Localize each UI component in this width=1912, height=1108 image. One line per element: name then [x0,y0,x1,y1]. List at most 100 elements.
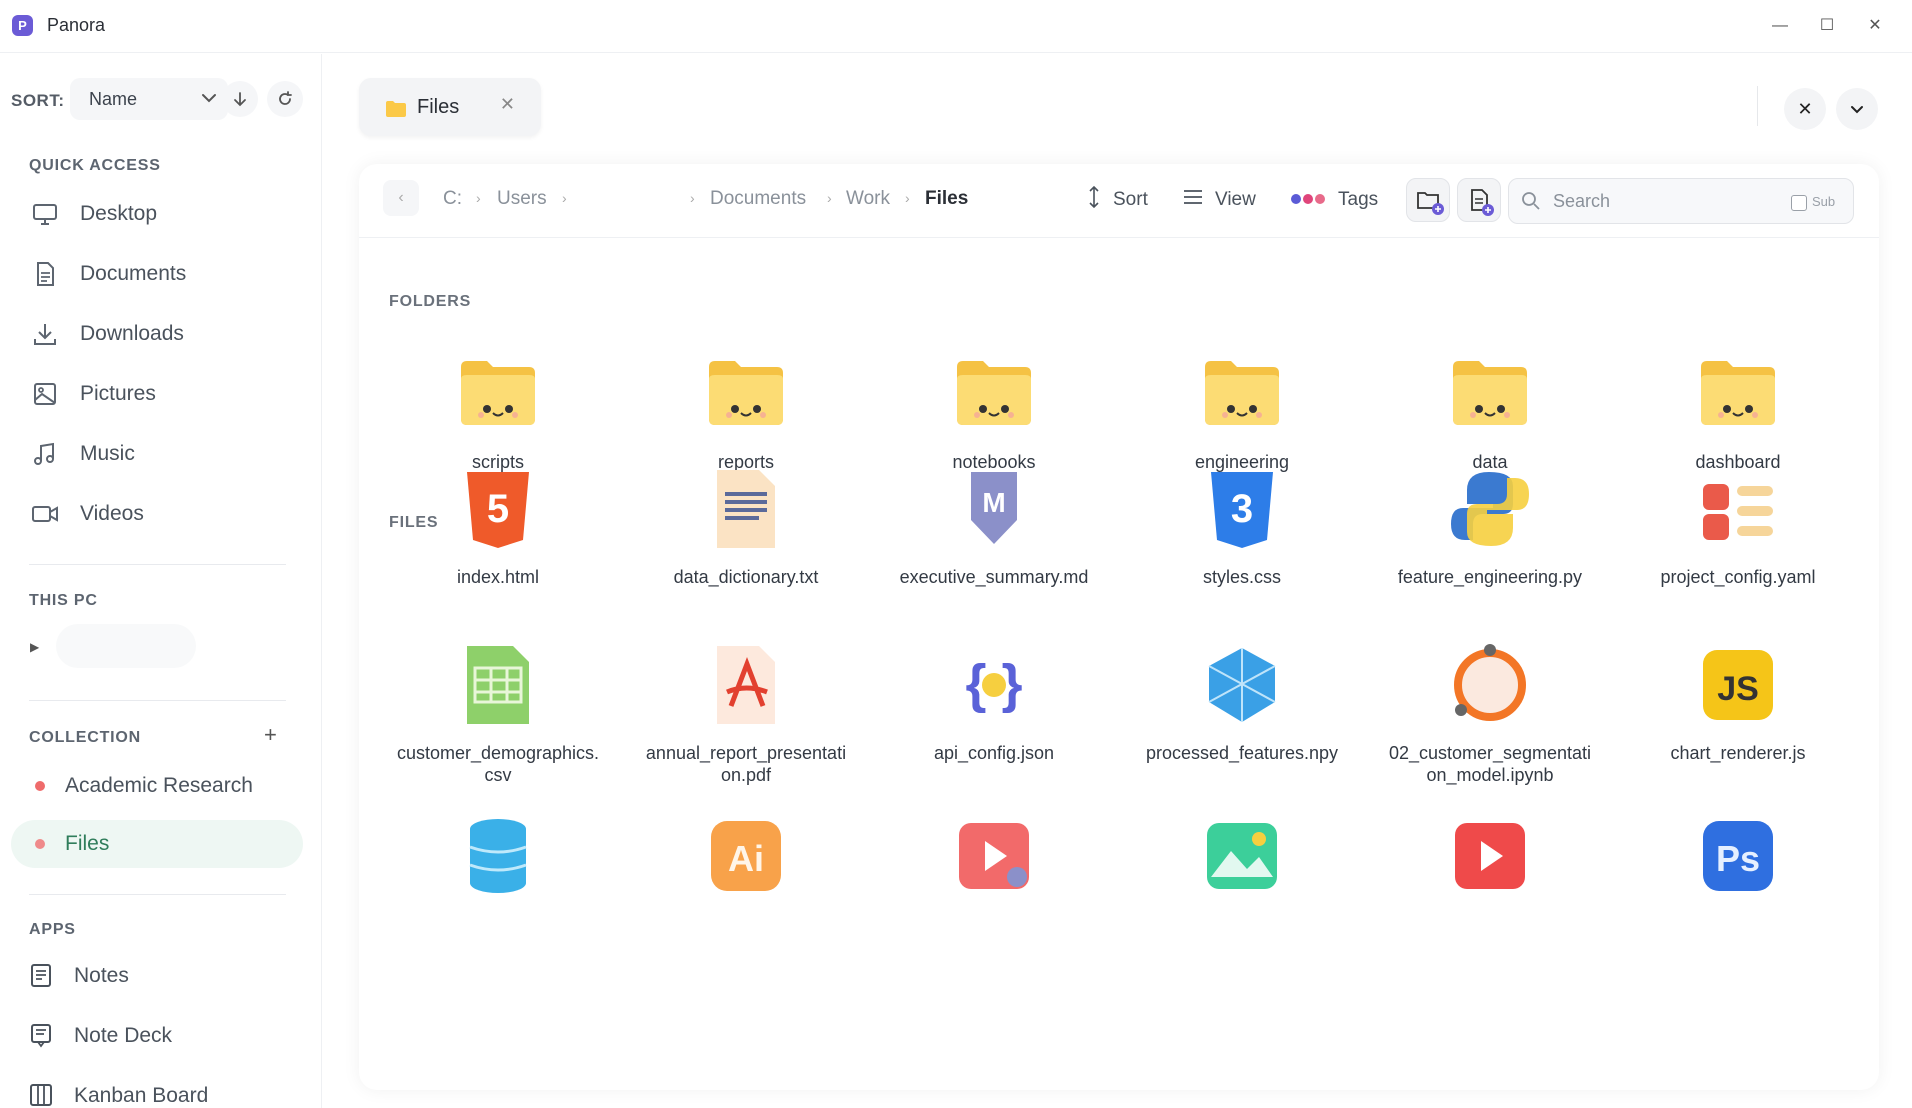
pdf-icon [701,640,791,730]
close-icon[interactable]: ✕ [1784,88,1826,130]
yaml-icon [1693,464,1783,554]
back-button[interactable]: ‹ [383,180,419,216]
numpy-icon [1197,640,1287,730]
collection-item-files[interactable]: Files [11,820,303,868]
file-item[interactable] [1380,811,1600,913]
tab-files[interactable]: Files ✕ [359,78,541,136]
file-item[interactable]: 3 styles.css [1132,464,1352,588]
collection-color-dot [35,839,45,849]
this-pc-title: THIS PC [29,592,98,609]
app-item-note-deck[interactable]: Note Deck [28,1016,172,1056]
sidebar-item-label: Documents [80,262,187,285]
file-item[interactable]: customer_demographics.csv [388,640,608,786]
sidebar-item-videos[interactable]: Videos [28,494,298,534]
file-item[interactable]: processed_features.npy [1132,640,1352,764]
csv-icon [453,640,543,730]
file-item[interactable]: 02_customer_segmentation_model.ipynb [1380,640,1600,786]
new-folder-button[interactable] [1406,178,1450,222]
sidebar-item-downloads[interactable]: Downloads [28,314,298,354]
breadcrumb-users[interactable]: Users [497,188,547,210]
folder-item[interactable]: dashboard [1628,349,1848,473]
file-name: annual_report_presentation.pdf [645,743,847,785]
file-name: feature_engineering.py [1397,567,1583,587]
folder-icon [385,100,407,123]
folder-item[interactable]: data [1380,349,1600,473]
file-name: processed_features.npy [1145,743,1339,763]
search-field[interactable]: Search Sub [1508,178,1854,224]
app-item-label: Notes [74,964,129,987]
maximize-button[interactable]: ☐ [1813,12,1841,40]
breadcrumb-work[interactable]: Work [846,188,890,210]
sort-button-label: Sort [1113,189,1148,210]
title-bar: P Panora — ☐ ✕ [0,0,1912,53]
css3-icon: 3 [1197,464,1287,554]
add-collection-button[interactable]: + [264,722,277,748]
music-icon [28,437,62,471]
breadcrumb-separator: › [690,190,695,206]
file-item[interactable]: annual_report_presentation.pdf [636,640,856,786]
folder-item[interactable]: notebooks [884,349,1104,473]
sort-select[interactable]: Name [70,78,228,120]
expand-arrow-icon[interactable]: ▶ [30,640,39,654]
text-file-icon [701,464,791,554]
folder-item[interactable]: reports [636,349,856,473]
app-item-kanban-board[interactable]: Kanban Board [28,1076,208,1108]
sidebar-item-pictures[interactable]: Pictures [28,374,298,414]
close-tab-icon[interactable]: ✕ [500,94,515,115]
file-item[interactable]: project_config.yaml [1628,464,1848,588]
file-item[interactable]: feature_engineering.py [1380,464,1600,588]
sort-button[interactable]: Sort [1087,185,1148,214]
file-name: styles.css [1202,567,1281,587]
refresh-button[interactable] [267,81,303,117]
breadcrumb-separator: › [827,190,832,206]
new-file-button[interactable] [1457,178,1501,222]
sidebar-item-music[interactable]: Music [28,434,298,474]
file-item[interactable]: JS chart_renderer.js [1628,640,1848,764]
file-item[interactable]: data_dictionary.txt [636,464,856,588]
sort-direction-button[interactable] [222,81,258,117]
sidebar-item-documents[interactable]: Documents [28,254,298,294]
new-folder-icon [1407,192,1451,227]
notes-icon [28,962,56,990]
file-item[interactable]: Ai [636,811,856,913]
sidebar-item-label: Videos [80,502,144,525]
json-icon: { } [949,640,1039,730]
breadcrumb-documents[interactable]: Documents [710,188,806,210]
file-item[interactable]: 5 index.html [388,464,608,588]
chevron-down-icon[interactable] [1836,88,1878,130]
close-window-button[interactable]: ✕ [1861,12,1889,40]
html5-icon: 5 [453,464,543,554]
collection-item-academic-research[interactable]: Academic Research [11,762,303,810]
sort-select-value: Name [89,89,138,109]
sidebar-item-desktop[interactable]: Desktop [28,194,298,234]
file-item[interactable] [388,811,608,913]
file-item[interactable] [884,811,1104,913]
search-placeholder: Search [1553,191,1611,211]
sidebar-item-label: Downloads [80,322,184,345]
file-item[interactable] [1132,811,1352,913]
svg-text:3: 3 [1231,487,1253,531]
view-button[interactable]: View [1183,186,1256,214]
minimize-button[interactable]: — [1766,12,1794,40]
folder-item[interactable]: scripts [388,349,608,473]
file-name: executive_summary.md [899,567,1089,587]
folder-item[interactable]: engineering [1132,349,1352,473]
video-icon [28,497,62,531]
sidebar-item-label: Music [80,442,135,465]
tags-button[interactable]: Tags [1290,186,1378,214]
sidebar-item-label: Pictures [80,382,156,405]
quick-access-title: QUICK ACCESS [29,157,161,174]
app-item-label: Note Deck [74,1024,173,1047]
collection-item-label: Files [65,832,110,855]
file-item[interactable]: Ps [1628,811,1848,913]
breadcrumb-drive[interactable]: C: [443,188,462,210]
app-item-notes[interactable]: Notes [28,956,129,996]
subfolders-checkbox[interactable] [1791,195,1807,211]
file-item[interactable]: Mexecutive_summary.md [884,464,1104,588]
divider [29,894,286,895]
python-icon [1445,464,1535,554]
svg-text:JS: JS [1717,670,1759,708]
file-item[interactable]: { } api_config.json [884,640,1104,764]
svg-text:5: 5 [487,487,509,531]
sidebar-item-label: Desktop [80,202,158,225]
